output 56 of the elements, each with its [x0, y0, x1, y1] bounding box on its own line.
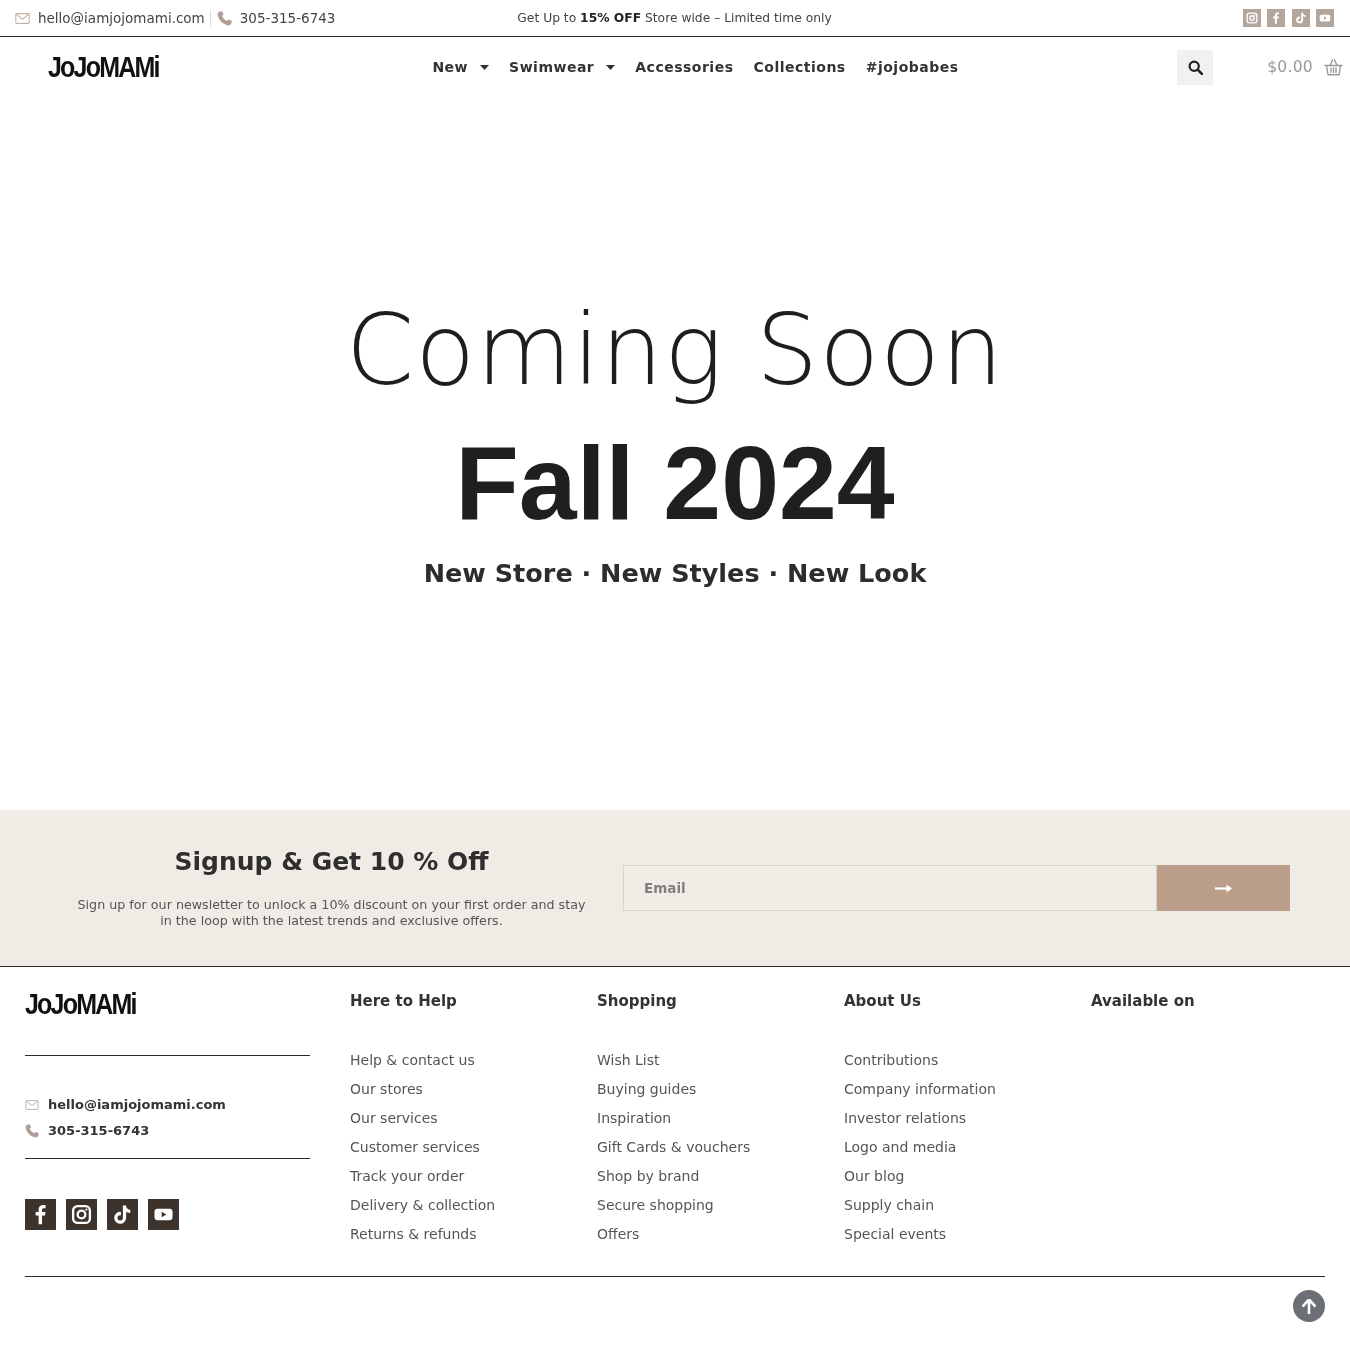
footer-heading: About Us	[844, 991, 922, 1011]
phone-icon	[25, 1123, 39, 1138]
footer-link[interactable]: Supply chain	[844, 1197, 935, 1213]
search-icon	[1187, 59, 1203, 75]
footer-link[interactable]: Help & contact us	[350, 1052, 475, 1068]
footer-heading: Shopping	[597, 991, 678, 1011]
footer-link[interactable]: Track your order	[350, 1168, 465, 1184]
footer-link[interactable]: Contributions	[844, 1052, 939, 1068]
back-to-top-button[interactable]	[1293, 1290, 1325, 1322]
footer-link[interactable]: Gift Cards & vouchers	[597, 1139, 751, 1155]
nav-link[interactable]: Accessories	[635, 59, 734, 75]
footer-link[interactable]: Investor relations	[844, 1110, 967, 1126]
nav-link[interactable]: Collections	[753, 59, 846, 75]
logo-wordmark[interactable]: JoJoMAMi	[25, 990, 136, 1019]
hero-subtitle: Fall 2024	[455, 425, 895, 540]
footer-link[interactable]: Returns & refunds	[350, 1226, 477, 1242]
nav-link[interactable]: #jojobabes	[865, 59, 959, 75]
nav-link[interactable]: New	[432, 59, 490, 75]
footer-link[interactable]: Our blog	[844, 1168, 905, 1184]
footer-heading: Here to Help	[350, 991, 458, 1011]
footer-link[interactable]: Inspiration	[597, 1110, 672, 1126]
footer-link[interactable]: Wish List	[597, 1052, 660, 1068]
footer-link[interactable]: Company information	[844, 1081, 996, 1097]
youtube-icon[interactable]	[148, 1199, 179, 1230]
email-field[interactable]: Email	[623, 865, 1157, 911]
footer-heading: Available on	[1091, 991, 1196, 1011]
footer-link[interactable]: Shop by brand	[597, 1168, 700, 1184]
hero-tagline: New Store · New Styles · New Look	[423, 558, 927, 588]
footer-link[interactable]: Delivery & collection	[350, 1197, 496, 1213]
footer-link[interactable]: Secure shopping	[597, 1197, 714, 1213]
phone-link[interactable]: 305-315-6743	[48, 1123, 150, 1138]
hero-title: Coming Soon	[345, 292, 1005, 409]
logo-wordmark[interactable]: JoJoMAMi	[48, 52, 159, 82]
phone-icon	[216, 10, 232, 26]
footer-link[interactable]: Customer services	[350, 1139, 480, 1155]
nav-link[interactable]: Swimwear	[509, 59, 616, 75]
mail-icon	[25, 1099, 39, 1110]
footer-link[interactable]: Buying guides	[597, 1081, 697, 1097]
arrow-right-icon	[1215, 883, 1232, 893]
tiktok-icon[interactable]	[107, 1199, 138, 1230]
footer-link[interactable]: Our stores	[350, 1081, 423, 1097]
mail-icon	[15, 12, 30, 24]
search-button[interactable]	[1177, 49, 1214, 85]
footer-link[interactable]: Our services	[350, 1110, 438, 1126]
email-link[interactable]: hello@iamjojomami.com	[48, 1097, 226, 1112]
promo-text: Get Up to 15% OFF Store wide – Limited time only	[517, 11, 832, 25]
instagram-icon[interactable]	[66, 1199, 97, 1230]
facebook-icon[interactable]	[25, 1199, 56, 1230]
signup-description: Sign up for our newsletter to unlock a 10% discount on your first order and stay in the loop with the latest trends and exclusive offers.	[76, 897, 587, 929]
footer-link[interactable]: Logo and media	[844, 1139, 957, 1155]
footer-link[interactable]: Special events	[844, 1226, 947, 1242]
basket-icon[interactable]	[1324, 58, 1343, 76]
signup-heading: Signup & Get 10 % Off	[174, 847, 489, 876]
email-link[interactable]: hello@iamjojomami.com	[38, 10, 205, 26]
footer-link[interactable]: Offers	[597, 1226, 640, 1242]
phone-link[interactable]: 305-315-6743	[239, 10, 336, 26]
